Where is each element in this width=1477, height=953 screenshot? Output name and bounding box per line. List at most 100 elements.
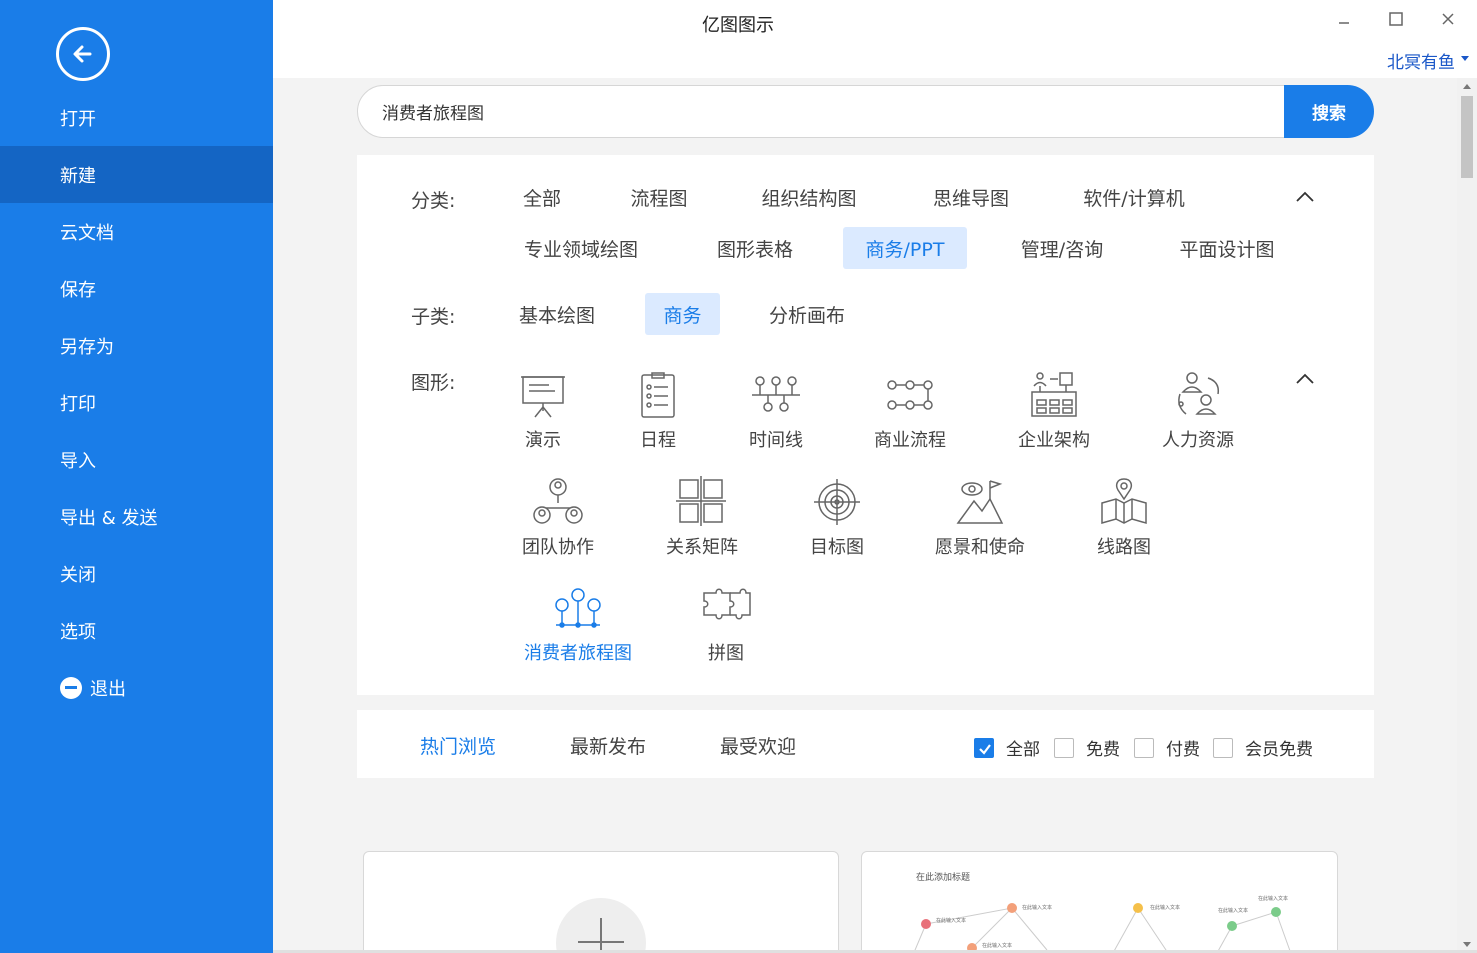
shape-label-text: 目标图 xyxy=(810,537,864,558)
template-node-text: 在此输入文本 xyxy=(936,917,966,924)
shape-label-text: 商业流程 xyxy=(874,430,946,451)
blank-template-card[interactable] xyxy=(363,851,839,953)
shape-label: 图形: xyxy=(411,372,456,394)
maximize-icon[interactable] xyxy=(1381,6,1411,32)
category-mind-map[interactable]: 思维导图 xyxy=(919,176,1023,218)
category-graphic-design[interactable]: 平面设计图 xyxy=(1165,227,1289,269)
template-node-text: 在此输入文本 xyxy=(1022,904,1052,911)
sidebar-item-save-as[interactable]: 另存为 xyxy=(0,317,273,374)
filter-free-label: 免费 xyxy=(1086,740,1120,760)
tab-latest[interactable]: 最新发布 xyxy=(570,732,646,759)
sidebar-item-label: 导出 & 发送 xyxy=(60,507,158,529)
sidebar-item-label: 保存 xyxy=(60,279,96,301)
category-management[interactable]: 管理/咨询 xyxy=(1005,227,1119,269)
shape-relation-matrix[interactable]: 关系矩阵 xyxy=(642,475,762,559)
sidebar-item-import[interactable]: 导入 xyxy=(0,431,273,488)
matrix-icon xyxy=(675,475,729,529)
app-title: 亿图图示 xyxy=(702,15,774,36)
shape-team-collaboration[interactable]: 团队协作 xyxy=(498,475,618,559)
shape-vision-mission[interactable]: 愿景和使命 xyxy=(920,475,1040,559)
timeline-icon xyxy=(749,368,803,422)
category-professional[interactable]: 专业领域绘图 xyxy=(509,227,653,269)
category-all[interactable]: 全部 xyxy=(509,176,575,218)
sidebar-item-options[interactable]: 选项 xyxy=(0,602,273,659)
category-business-ppt[interactable]: 商务/PPT xyxy=(843,227,967,269)
sidebar-item-print[interactable]: 打印 xyxy=(0,374,273,431)
category-flowchart[interactable]: 流程图 xyxy=(619,176,699,218)
shape-human-resources[interactable]: 人力资源 xyxy=(1138,368,1258,452)
tab-hot[interactable]: 热门浏览 xyxy=(420,732,496,759)
shape-enterprise-architecture[interactable]: 企业架构 xyxy=(994,368,1114,452)
template-preview-graphic: 在此输入文本 在此输入文本 在此输入文本 在此输入文本 在此输入文本 在此输入文… xyxy=(913,895,1292,953)
sidebar-item-label: 打开 xyxy=(60,108,96,130)
sidebar-item-label: 选项 xyxy=(60,621,96,643)
user-name[interactable]: 北冥有鱼 xyxy=(1387,48,1455,73)
filter-all-label: 全部 xyxy=(1006,740,1040,760)
sidebar-item-label: 关闭 xyxy=(60,564,96,586)
shape-label-text: 演示 xyxy=(525,430,561,451)
collapse-categories-icon[interactable] xyxy=(1295,188,1314,202)
sidebar-item-save[interactable]: 保存 xyxy=(0,260,273,317)
subcategory-analysis-canvas[interactable]: 分析画布 xyxy=(757,293,857,335)
scroll-down-icon[interactable] xyxy=(1463,942,1471,947)
subcategory-basic[interactable]: 基本绘图 xyxy=(509,293,605,335)
close-icon[interactable] xyxy=(1433,6,1463,32)
shape-business-process[interactable]: 商业流程 xyxy=(850,368,970,452)
sidebar-item-cloud[interactable]: 云文档 xyxy=(0,203,273,260)
category-org-chart[interactable]: 组织结构图 xyxy=(747,176,871,218)
back-arrow-icon[interactable] xyxy=(56,27,110,81)
shape-label-text: 日程 xyxy=(640,430,676,451)
scroll-thumb[interactable] xyxy=(1461,96,1473,178)
minimize-icon[interactable] xyxy=(1329,6,1359,32)
scroll-up-icon[interactable] xyxy=(1463,84,1471,89)
filter-member-free-checkbox[interactable] xyxy=(1213,738,1233,758)
sidebar-item-export[interactable]: 导出 & 发送 xyxy=(0,488,273,545)
filter-paid-label: 付费 xyxy=(1166,740,1200,760)
template-card[interactable]: 在此添加标题 在此输入文本 在此输入文本 在此输入文本 在此输入文本 在此输入文… xyxy=(861,851,1338,953)
tab-popular[interactable]: 最受欢迎 xyxy=(720,732,796,759)
shape-customer-journey[interactable]: 消费者旅程图 xyxy=(518,581,638,665)
sidebar-item-label: 退出 xyxy=(90,678,126,700)
search-input[interactable] xyxy=(382,101,1262,122)
chevron-down-icon[interactable] xyxy=(1461,56,1469,61)
sidebar-item-new[interactable]: 新建 xyxy=(0,146,273,203)
sidebar-item-exit[interactable]: 退出 xyxy=(0,659,273,716)
sidebar-item-close[interactable]: 关闭 xyxy=(0,545,273,602)
shape-timeline[interactable]: 时间线 xyxy=(716,368,836,452)
shape-label-text: 企业架构 xyxy=(1018,430,1090,451)
sidebar-item-open[interactable]: 打开 xyxy=(0,89,273,146)
category-graphic-table[interactable]: 图形表格 xyxy=(703,227,807,269)
target-icon xyxy=(810,475,864,529)
minus-circle-icon xyxy=(60,676,82,699)
shape-presentation[interactable]: 演示 xyxy=(483,368,603,452)
shape-label-text: 团队协作 xyxy=(522,537,594,558)
checklist-icon xyxy=(631,368,685,422)
shape-route-map[interactable]: 线路图 xyxy=(1064,475,1184,559)
shape-puzzle[interactable]: 拼图 xyxy=(666,581,786,665)
sidebar-item-label: 打印 xyxy=(60,393,96,415)
template-node-text: 在此输入文本 xyxy=(1258,895,1288,902)
search-button[interactable]: 搜索 xyxy=(1284,85,1374,138)
category-software[interactable]: 软件/计算机 xyxy=(1069,176,1199,218)
template-node-text: 在此输入文本 xyxy=(982,942,1012,949)
shape-label-text: 时间线 xyxy=(749,430,803,451)
vision-mission-icon xyxy=(953,475,1007,529)
filter-free-checkbox[interactable] xyxy=(1054,738,1074,758)
subcategory-business[interactable]: 商务 xyxy=(645,293,720,335)
customer-journey-icon xyxy=(551,581,605,635)
shape-label-text: 愿景和使命 xyxy=(935,537,1025,558)
search-box[interactable] xyxy=(357,85,1285,138)
shape-label-text: 拼图 xyxy=(708,643,744,664)
collapse-shapes-icon[interactable] xyxy=(1295,370,1314,384)
filter-paid-checkbox[interactable] xyxy=(1134,738,1154,758)
category-label: 分类: xyxy=(411,190,456,212)
human-resources-icon xyxy=(1171,368,1225,422)
scrollbar[interactable] xyxy=(1457,78,1477,953)
sidebar-item-label: 新建 xyxy=(60,165,96,187)
shape-label-text: 关系矩阵 xyxy=(666,537,738,558)
shape-schedule[interactable]: 日程 xyxy=(598,368,718,452)
template-node-text: 在此输入文本 xyxy=(1150,904,1180,911)
sidebar: 打开 新建 云文档 保存 另存为 打印 导入 导出 & 发送 关闭 选项 退出 xyxy=(0,0,273,953)
filter-all-checkbox[interactable] xyxy=(974,738,994,758)
shape-target[interactable]: 目标图 xyxy=(777,475,897,559)
